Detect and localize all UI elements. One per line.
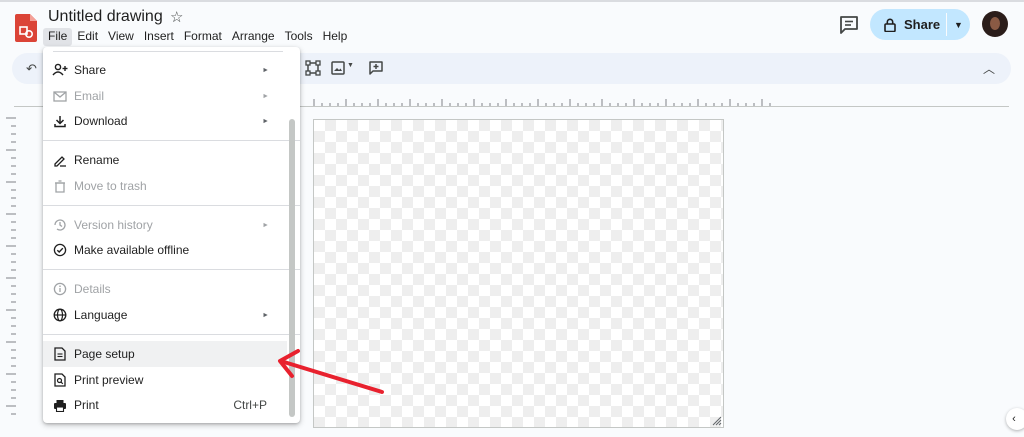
image-icon[interactable]: [330, 60, 346, 76]
menu-item-move-to-trash[interactable]: Move to trash: [43, 173, 287, 199]
trash-icon: [52, 178, 68, 194]
menu-item-make-offline[interactable]: Make available offline: [43, 237, 287, 263]
print-preview-icon: [52, 372, 68, 388]
menu-item-label: Rename: [74, 153, 120, 167]
share-button[interactable]: Share: [870, 9, 946, 40]
menu-item-email[interactable]: Email ►: [43, 83, 287, 109]
menu-divider: [43, 269, 300, 270]
menu-file[interactable]: File: [43, 28, 73, 46]
page-icon: [52, 346, 68, 362]
menu-item-print[interactable]: Print Ctrl+P: [43, 392, 287, 418]
menu-item-details[interactable]: Details: [43, 276, 287, 302]
menu-item-label: Make available offline: [74, 243, 190, 257]
menu-help[interactable]: Help: [318, 28, 353, 46]
menu-bar: File Edit View Insert Format Arrange Too…: [43, 28, 352, 46]
menu-insert[interactable]: Insert: [139, 28, 179, 46]
info-icon: [52, 281, 68, 297]
annotation-arrow-icon: [278, 349, 384, 394]
share-button-label: Share: [904, 17, 941, 32]
undo-icon[interactable]: ↶: [26, 61, 37, 77]
collapse-toolbar-icon[interactable]: ︿: [983, 60, 995, 77]
menu-divider: [43, 334, 300, 335]
menu-item-share[interactable]: Share ►: [43, 57, 287, 83]
caret-down-icon: ▼: [954, 19, 963, 30]
globe-icon: [52, 307, 68, 323]
share-button-group: Share ▼: [870, 9, 970, 40]
comments-icon[interactable]: [838, 14, 860, 36]
mail-icon: [52, 88, 68, 104]
submenu-arrow-icon: ►: [262, 311, 269, 319]
menu-item-print-preview[interactable]: Print preview: [43, 367, 287, 393]
menu-item-rename[interactable]: Rename: [43, 147, 287, 173]
star-icon[interactable]: ☆: [170, 8, 183, 26]
menu-item-label: Move to trash: [74, 179, 147, 193]
image-dropdown-caret-icon[interactable]: ▼: [347, 62, 354, 69]
menu-item-label: Share: [74, 63, 107, 77]
menu-item-label: Language: [74, 308, 128, 322]
submenu-arrow-icon: ►: [262, 221, 269, 229]
menu-divider: [53, 51, 283, 52]
add-comment-icon[interactable]: [368, 60, 384, 76]
document-title[interactable]: Untitled drawing: [48, 8, 163, 26]
menu-item-version-history[interactable]: Version history ►: [43, 212, 287, 238]
menu-item-label: Version history: [74, 218, 153, 232]
chevron-left-icon: ‹: [1012, 413, 1016, 425]
menu-item-label: Print preview: [74, 373, 144, 387]
menu-item-label: Print: [74, 398, 99, 412]
history-icon: [52, 217, 68, 233]
avatar[interactable]: [982, 11, 1008, 37]
menu-format[interactable]: Format: [179, 28, 227, 46]
drawings-logo-icon[interactable]: [15, 14, 37, 42]
menu-divider: [43, 140, 300, 141]
menu-item-label: Email: [74, 89, 105, 103]
download-icon: [52, 113, 68, 129]
menu-arrange[interactable]: Arrange: [227, 28, 280, 46]
menu-item-label: Page setup: [74, 347, 135, 361]
submenu-arrow-icon: ►: [262, 117, 269, 125]
resize-handle-icon[interactable]: [712, 416, 722, 426]
top-border: [0, 0, 1024, 2]
offline-check-icon: [52, 242, 68, 258]
shortcut-label: Ctrl+P: [233, 398, 267, 412]
menu-tools[interactable]: Tools: [280, 28, 318, 46]
menu-view[interactable]: View: [103, 28, 139, 46]
submenu-arrow-icon: ►: [262, 92, 269, 100]
avatar-face: [990, 17, 1000, 30]
share-dropdown-button[interactable]: ▼: [947, 9, 970, 40]
printer-icon: [52, 397, 68, 413]
menu-item-language[interactable]: Language ►: [43, 302, 287, 328]
menu-edit[interactable]: Edit: [72, 28, 103, 46]
rename-icon: [52, 152, 68, 168]
vertical-ruler: [6, 117, 16, 415]
select-shape-icon[interactable]: [305, 60, 321, 76]
menu-item-label: Download: [74, 114, 128, 128]
menu-item-download[interactable]: Download ►: [43, 108, 287, 134]
menu-item-label: Details: [74, 282, 111, 296]
side-panel-toggle[interactable]: ‹: [1006, 408, 1024, 430]
submenu-arrow-icon: ►: [262, 66, 269, 74]
menu-item-page-setup[interactable]: Page setup: [43, 341, 287, 367]
person-add-icon: [52, 62, 68, 78]
menu-divider: [43, 205, 300, 206]
lock-icon: [884, 18, 896, 32]
file-menu: Share ► Email ► Download ► Rename Move t…: [43, 47, 300, 423]
